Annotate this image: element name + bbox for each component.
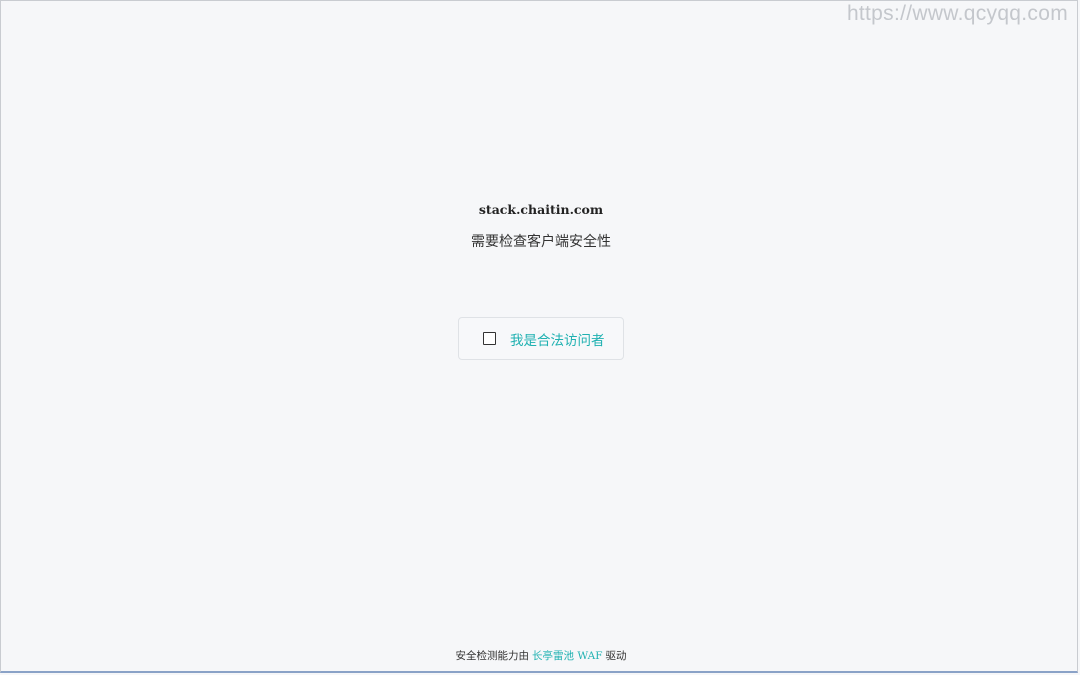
- page-frame: https://www.qcyqq.com stack.chaitin.com …: [0, 0, 1078, 673]
- footer-brand-link[interactable]: 长亭雷池 WAF: [532, 650, 602, 662]
- footer-suffix: 驱动: [605, 650, 627, 662]
- footer-credit: 安全检测能力由 长亭雷池 WAF 驱动: [1, 648, 1080, 663]
- verification-label[interactable]: 我是合法访问者: [510, 329, 605, 349]
- watermark-text: https://www.qcyqq.com: [846, 2, 1068, 25]
- human-verification-button[interactable]: 我是合法访问者: [458, 317, 624, 360]
- checkbox-icon[interactable]: [483, 332, 496, 345]
- challenge-subtitle: 需要检查客户端安全性: [471, 234, 611, 250]
- footer-prefix: 安全检测能力由: [455, 650, 530, 662]
- site-domain: stack.chaitin.com: [478, 202, 604, 217]
